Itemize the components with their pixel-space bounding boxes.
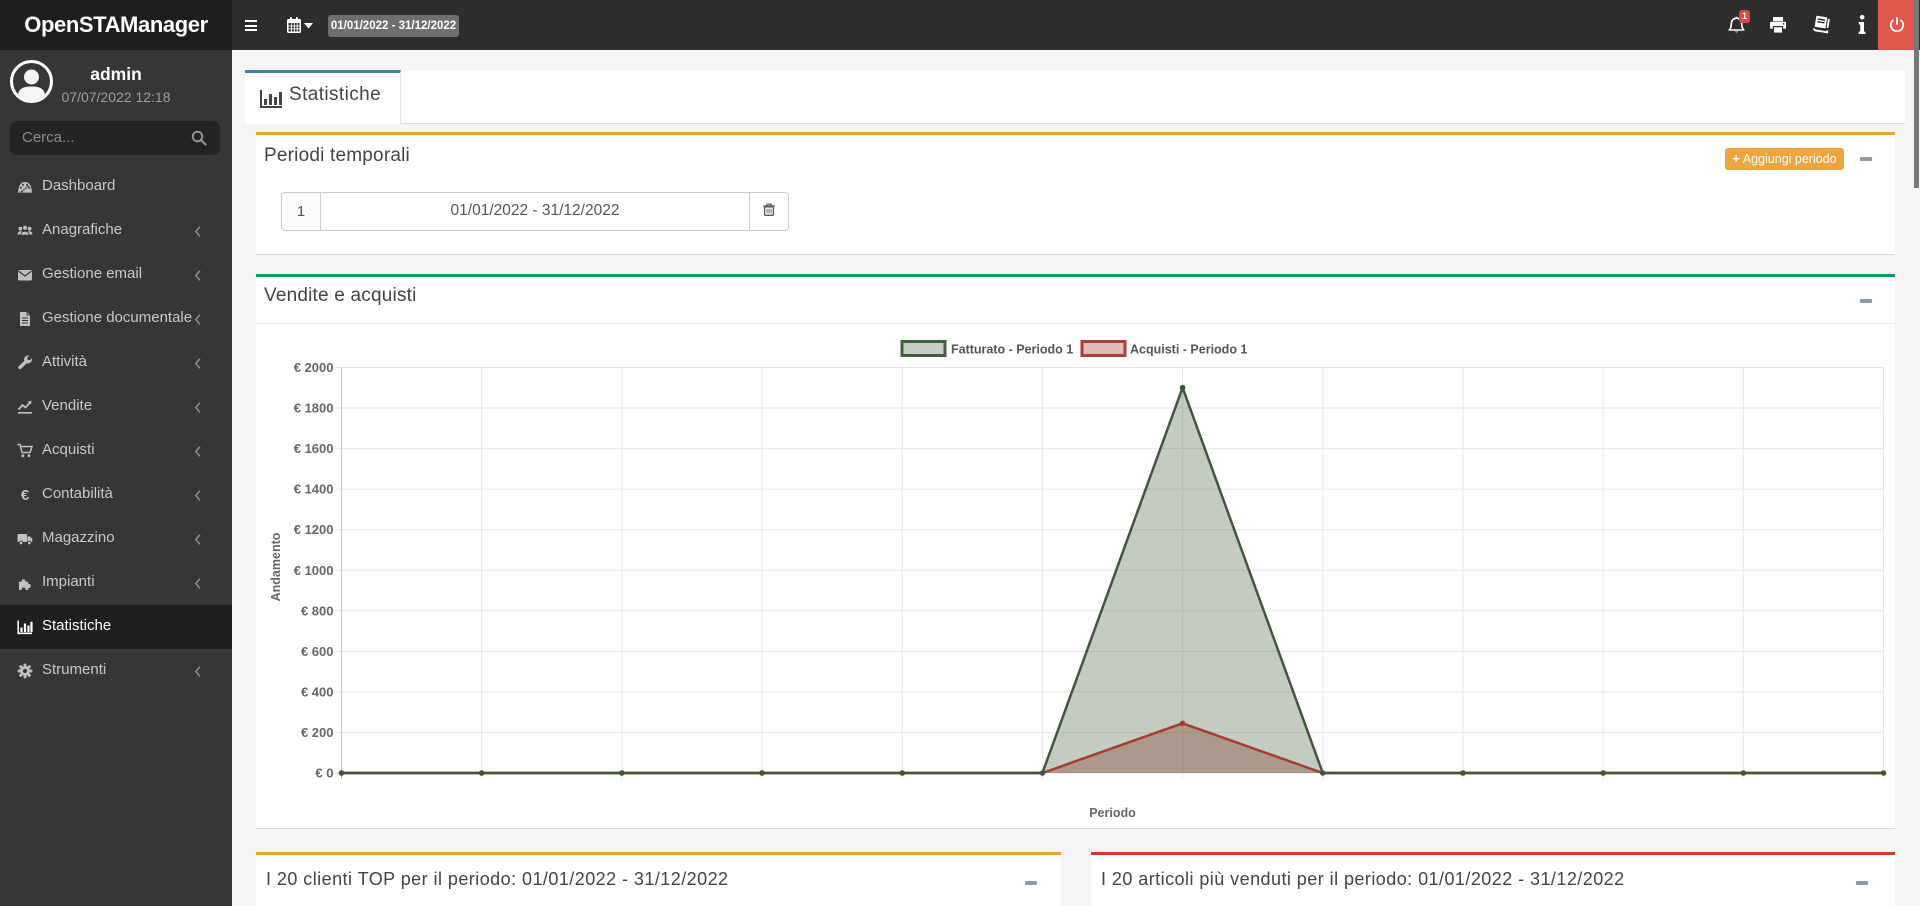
svg-text:Acquisti - Periodo 1: Acquisti - Periodo 1 <box>1130 343 1247 357</box>
svg-text:€ 1000: € 1000 <box>294 563 334 578</box>
svg-text:€ 200: € 200 <box>301 725 334 740</box>
svg-text:€ 600: € 600 <box>301 644 334 659</box>
svg-text:€ 1400: € 1400 <box>294 482 334 497</box>
svg-text:€ 400: € 400 <box>301 684 334 699</box>
svg-text:€ 1200: € 1200 <box>294 522 334 537</box>
svg-text:€ 800: € 800 <box>301 603 334 618</box>
svg-text:€ 2000: € 2000 <box>294 360 334 375</box>
svg-text:Periodo: Periodo <box>1089 806 1136 820</box>
svg-text:€ 1600: € 1600 <box>294 441 334 456</box>
svg-text:Fatturato - Periodo 1: Fatturato - Periodo 1 <box>951 343 1073 357</box>
svg-text:€ 1800: € 1800 <box>294 401 334 416</box>
svg-text:€: € <box>21 487 30 503</box>
svg-text:€ 0: € 0 <box>315 766 333 781</box>
svg-text:Andamento: Andamento <box>269 532 283 601</box>
